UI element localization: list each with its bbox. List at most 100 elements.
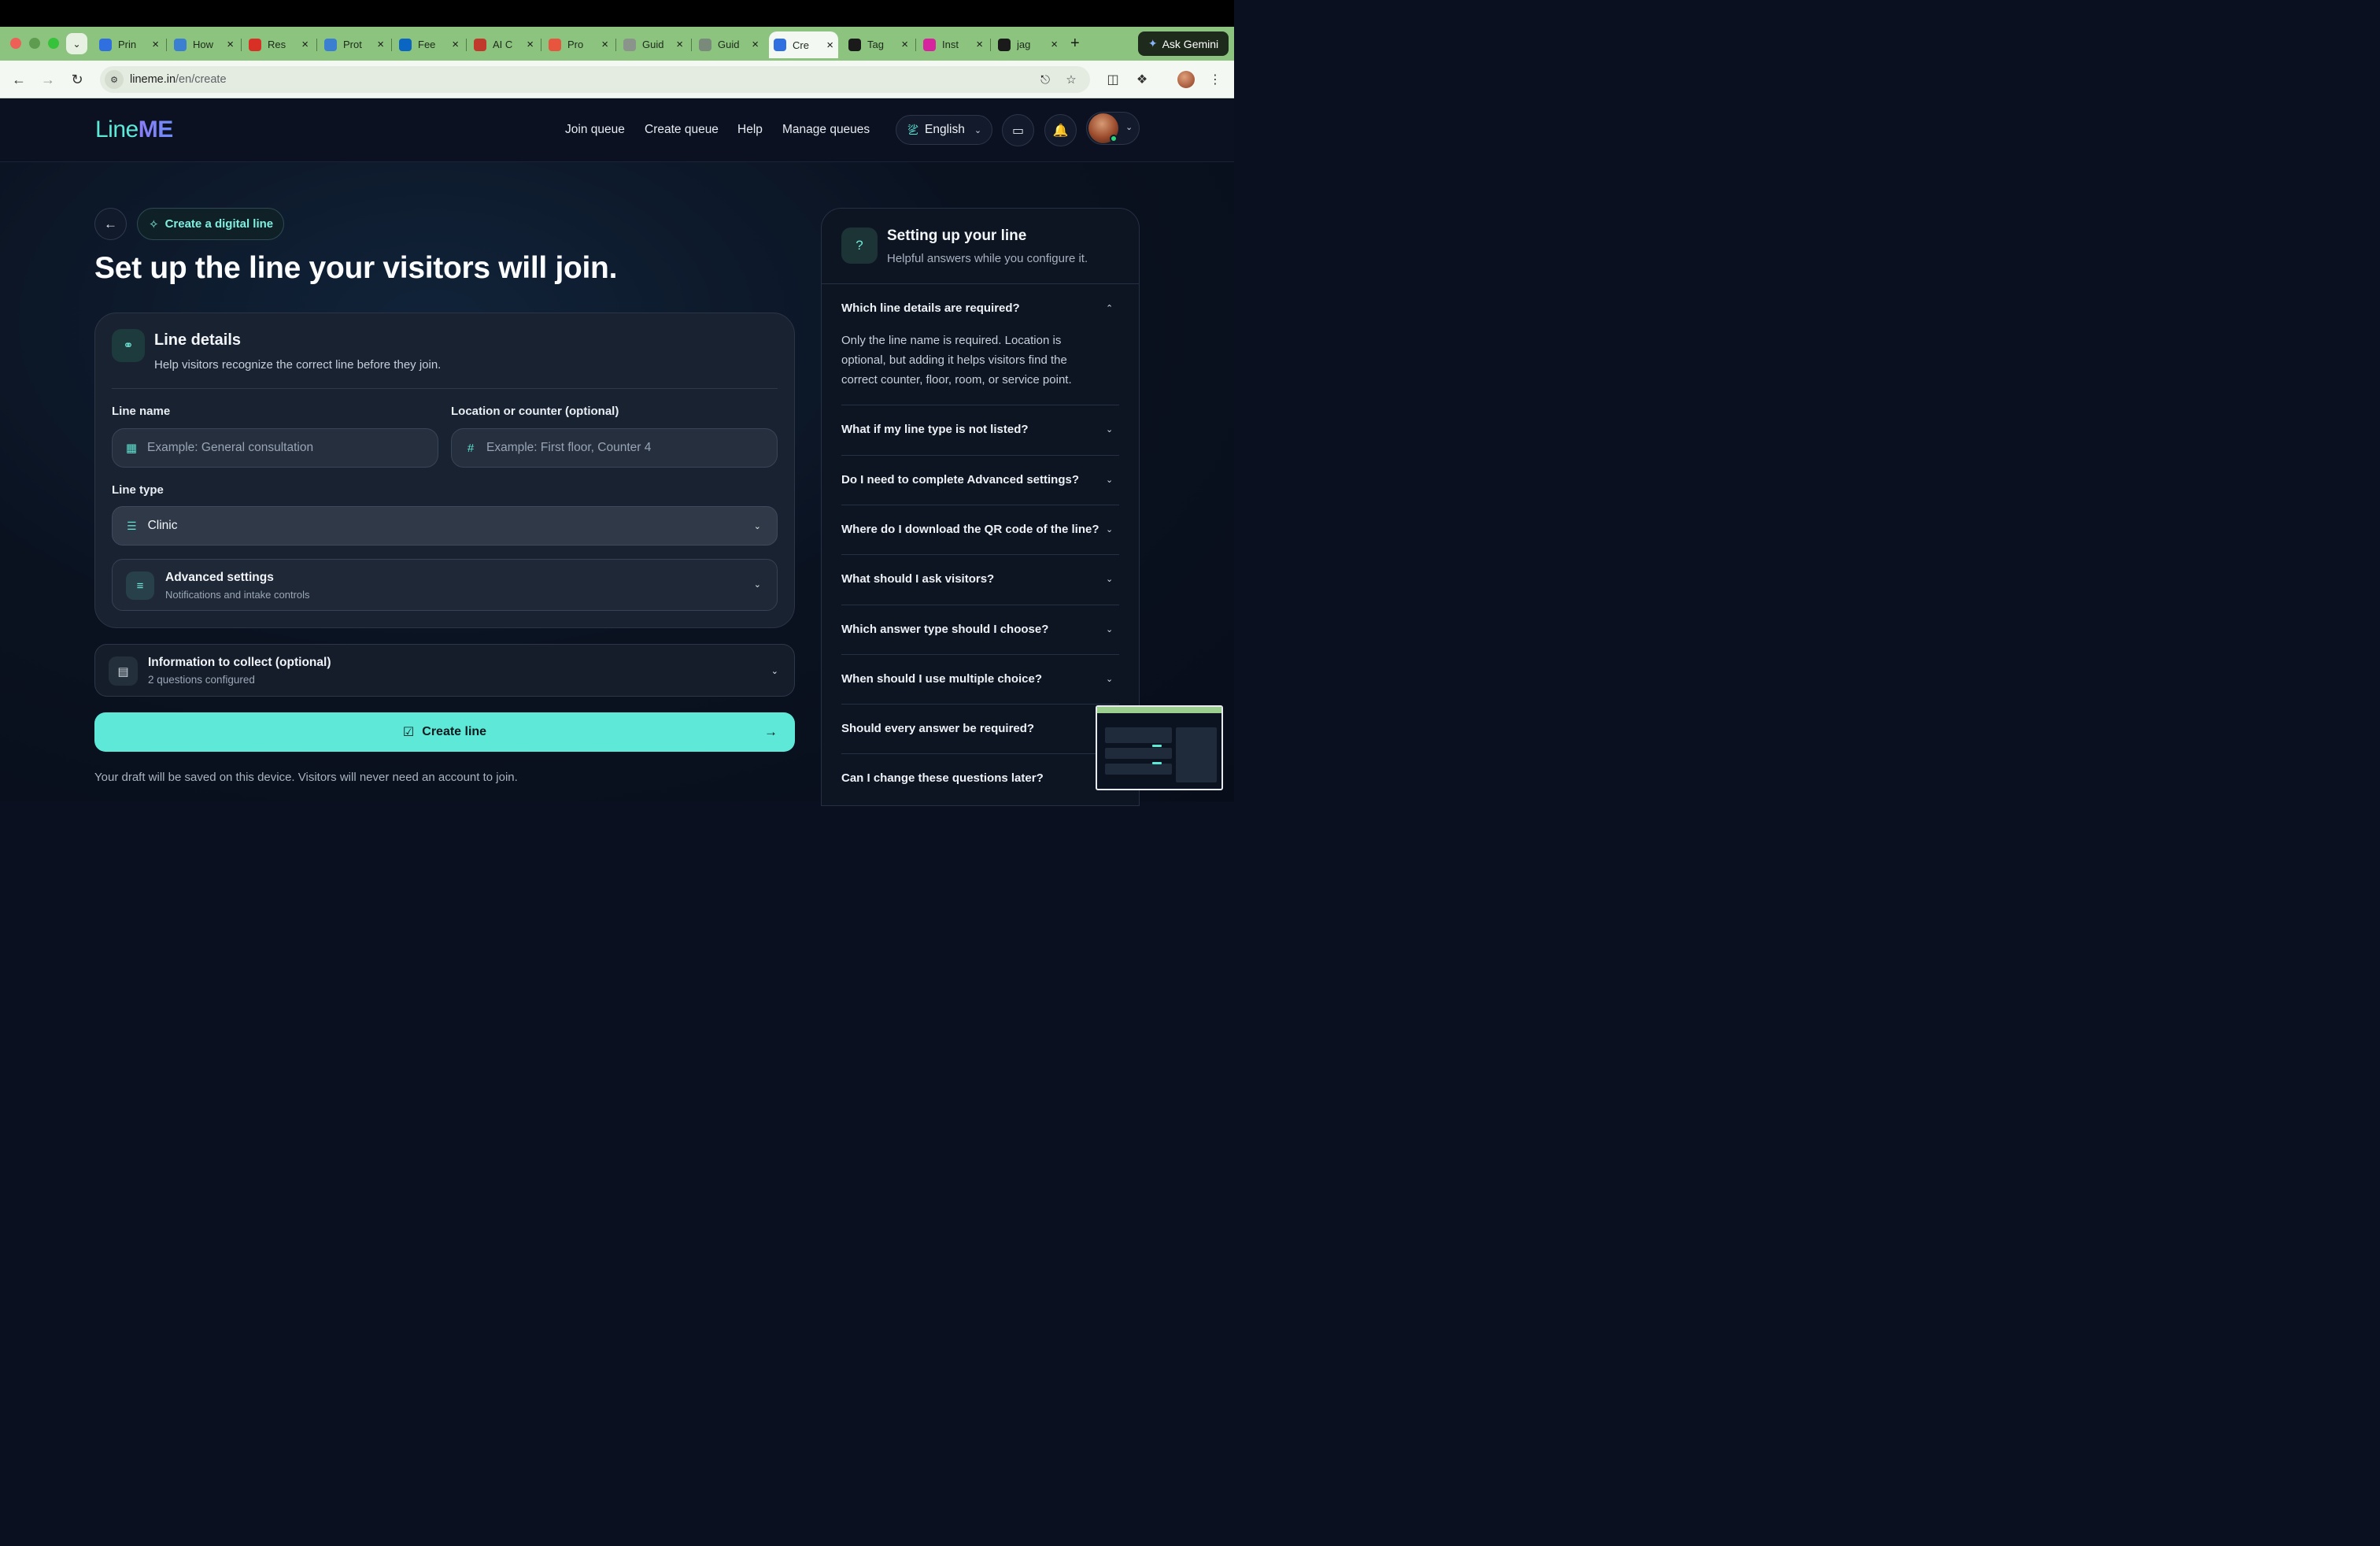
tab-separator [166,39,167,51]
browser-tab[interactable]: Guid × [619,34,688,55]
browser-tab[interactable]: Fee × [394,34,464,55]
display-mode-button[interactable]: ▭ [1002,114,1034,146]
faq-divider [841,753,1119,754]
browser-tab[interactable]: Inst × [918,34,988,55]
chevron-down-icon[interactable]: ⌄ [1106,574,1113,584]
faq-question[interactable]: Which answer type should I choose? [841,623,1048,636]
nav-help[interactable]: Help [737,123,763,137]
browser-tab[interactable]: jag × [993,34,1062,55]
nav-manage-queues[interactable]: Manage queues [782,123,870,137]
faq-question[interactable]: Where do I download the QR code of the l… [841,523,1099,536]
location-input[interactable]: # Example: First floor, Counter 4 [451,428,778,468]
faq-question[interactable]: Do I need to complete Advanced settings? [841,473,1079,486]
advanced-settings-subtitle: Notifications and intake controls [165,589,310,601]
browser-tab[interactable]: Cre × [769,31,838,58]
tab-title: Fee [418,39,436,50]
location-label: Location or counter (optional) [451,405,619,418]
close-tab-icon[interactable]: × [752,38,759,51]
close-tab-icon[interactable]: × [227,38,234,51]
chevron-down-icon[interactable]: ⌄ [1106,624,1113,634]
cast-icon[interactable]: ◫ [1103,70,1122,89]
new-tab-button[interactable]: + [1070,35,1080,53]
faq-question[interactable]: What should I ask visitors? [841,572,994,586]
ask-gemini-button[interactable]: ✦ Ask Gemini [1138,31,1229,56]
back-button[interactable]: ← [94,208,127,240]
close-tab-icon[interactable]: × [377,38,384,51]
minimize-window-button[interactable] [29,38,40,49]
nav-join-queue[interactable]: Join queue [565,123,625,137]
lineme-logo[interactable]: LineME [95,117,173,143]
create-line-button[interactable]: ☑ Create line → [94,712,795,752]
faq-question[interactable]: What if my line type is not listed? [841,423,1029,436]
chevron-down-icon[interactable]: ⌄ [1106,674,1113,684]
close-tab-icon[interactable]: × [976,38,983,51]
faq-question[interactable]: Can I change these questions later? [841,771,1044,785]
chevron-down-icon[interactable]: ⌄ [1106,424,1113,435]
profile-avatar[interactable] [1177,71,1195,88]
close-tab-icon[interactable]: × [152,38,159,51]
tab-separator [990,39,991,51]
address-bar[interactable]: ⚙ lineme.in/en/create [100,66,1090,93]
sliders-icon: ⚭ [112,329,145,362]
site-info-icon[interactable]: ⚙ [105,70,124,89]
close-tab-icon[interactable]: × [452,38,459,51]
language-selector[interactable]: 乷 English ⌄ [896,115,992,145]
browser-tab[interactable]: AI C × [469,34,538,55]
info-collect-subtitle: 2 questions configured [148,674,255,686]
tab-title: Res [268,39,286,50]
faq-divider [841,455,1119,456]
chevron-down-icon: ⌄ [72,38,81,50]
browser-tab[interactable]: Pro × [544,34,613,55]
user-menu[interactable]: ⌄ [1086,112,1140,145]
extensions-puzzle-icon[interactable]: ❖ [1133,70,1151,89]
back-nav-button[interactable]: ← [9,69,29,90]
information-to-collect-toggle[interactable]: ▤ Information to collect (optional) 2 qu… [94,644,795,697]
translate-icon: 乷 [907,124,918,136]
browser-tab[interactable]: How × [169,34,238,55]
sparkles-icon: ✧ [149,217,159,231]
tab-title: Guid [642,39,664,50]
gemini-icon [699,38,711,51]
screenshot-preview-thumbnail[interactable] [1096,705,1223,790]
bookmark-star-icon[interactable]: ☆ [1062,71,1080,88]
nav-create-queue[interactable]: Create queue [645,123,719,137]
close-tab-icon[interactable]: × [826,39,833,52]
close-tab-icon[interactable]: × [901,38,908,51]
maximize-window-button[interactable] [48,38,59,49]
close-tab-icon[interactable]: × [1051,38,1058,51]
faq-question[interactable]: When should I use multiple choice? [841,672,1042,686]
os-menu-bar [0,0,1234,27]
chevron-down-icon[interactable]: ⌄ [1106,475,1113,485]
close-tab-icon[interactable]: × [601,38,608,51]
clipboard-icon: ▤ [109,656,138,686]
advanced-settings-toggle[interactable]: ≡ Advanced settings Notifications and in… [112,559,778,611]
browser-tab[interactable]: Res × [244,34,313,55]
browser-tab[interactable]: Prot × [320,34,389,55]
install-app-icon[interactable]: ⎋ [1037,71,1054,88]
url-text: lineme.in/en/create [130,73,227,86]
help-panel-subtitle: Helpful answers while you configure it. [887,252,1088,265]
browser-tab[interactable]: Tag × [844,34,913,55]
forward-nav-button[interactable]: → [38,69,58,90]
chevron-down-icon[interactable]: ⌄ [1106,524,1113,534]
faq-question[interactable]: Should every answer be required? [841,722,1034,735]
chevron-up-icon[interactable]: ⌃ [1106,303,1113,313]
faq-answer: Only the line name is required. Location… [841,334,1072,386]
faq-question[interactable]: Which line details are required? [841,301,1020,315]
reload-button[interactable]: ↻ [67,69,87,90]
tab-search-button[interactable]: ⌄ [66,33,87,54]
close-tab-icon[interactable]: × [676,38,683,51]
browser-tab[interactable]: Prin × [94,34,164,55]
close-tab-icon[interactable]: × [301,38,309,51]
line-type-select[interactable]: ☰ Clinic ⌄ [112,506,778,546]
tab-separator [391,39,392,51]
close-tab-icon[interactable]: × [527,38,534,51]
tab-separator [241,39,242,51]
close-window-button[interactable] [10,38,21,49]
online-status-dot [1110,135,1118,142]
line-details-subtitle: Help visitors recognize the correct line… [154,358,442,372]
browser-tab[interactable]: Guid × [694,34,763,55]
notifications-button[interactable]: 🔔 [1044,114,1077,146]
line-name-input[interactable]: ▦ Example: General consultation [112,428,438,468]
kebab-menu-icon[interactable]: ⋮ [1206,70,1225,89]
